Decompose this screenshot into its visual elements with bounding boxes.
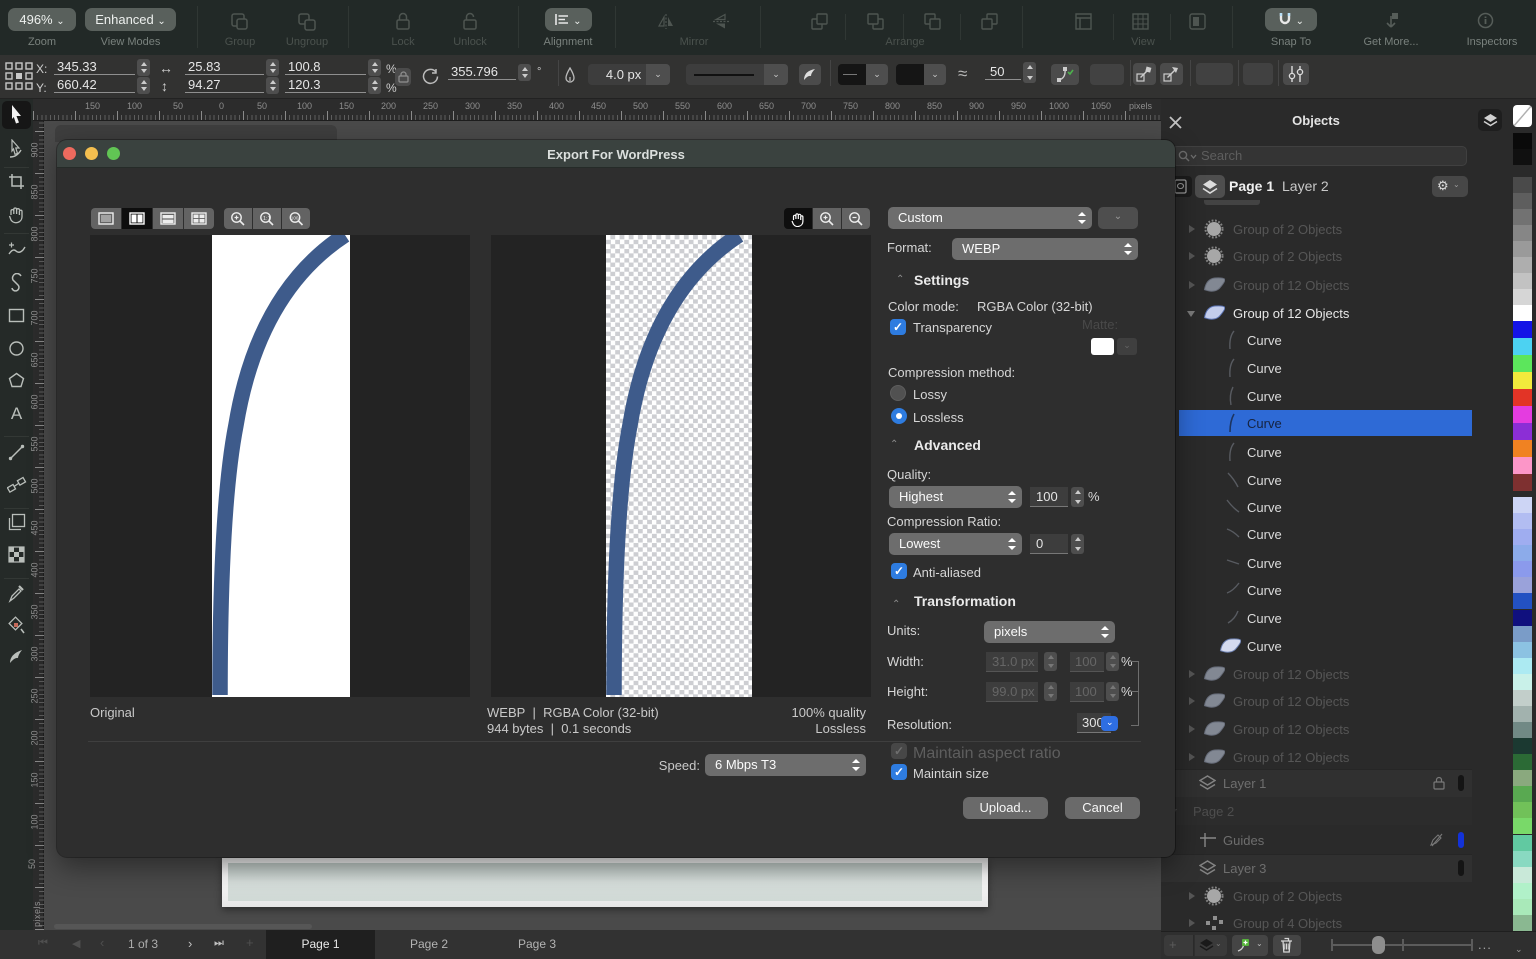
svg-text:100: 100 (291, 216, 299, 221)
svg-text:1:1: 1:1 (263, 216, 271, 222)
